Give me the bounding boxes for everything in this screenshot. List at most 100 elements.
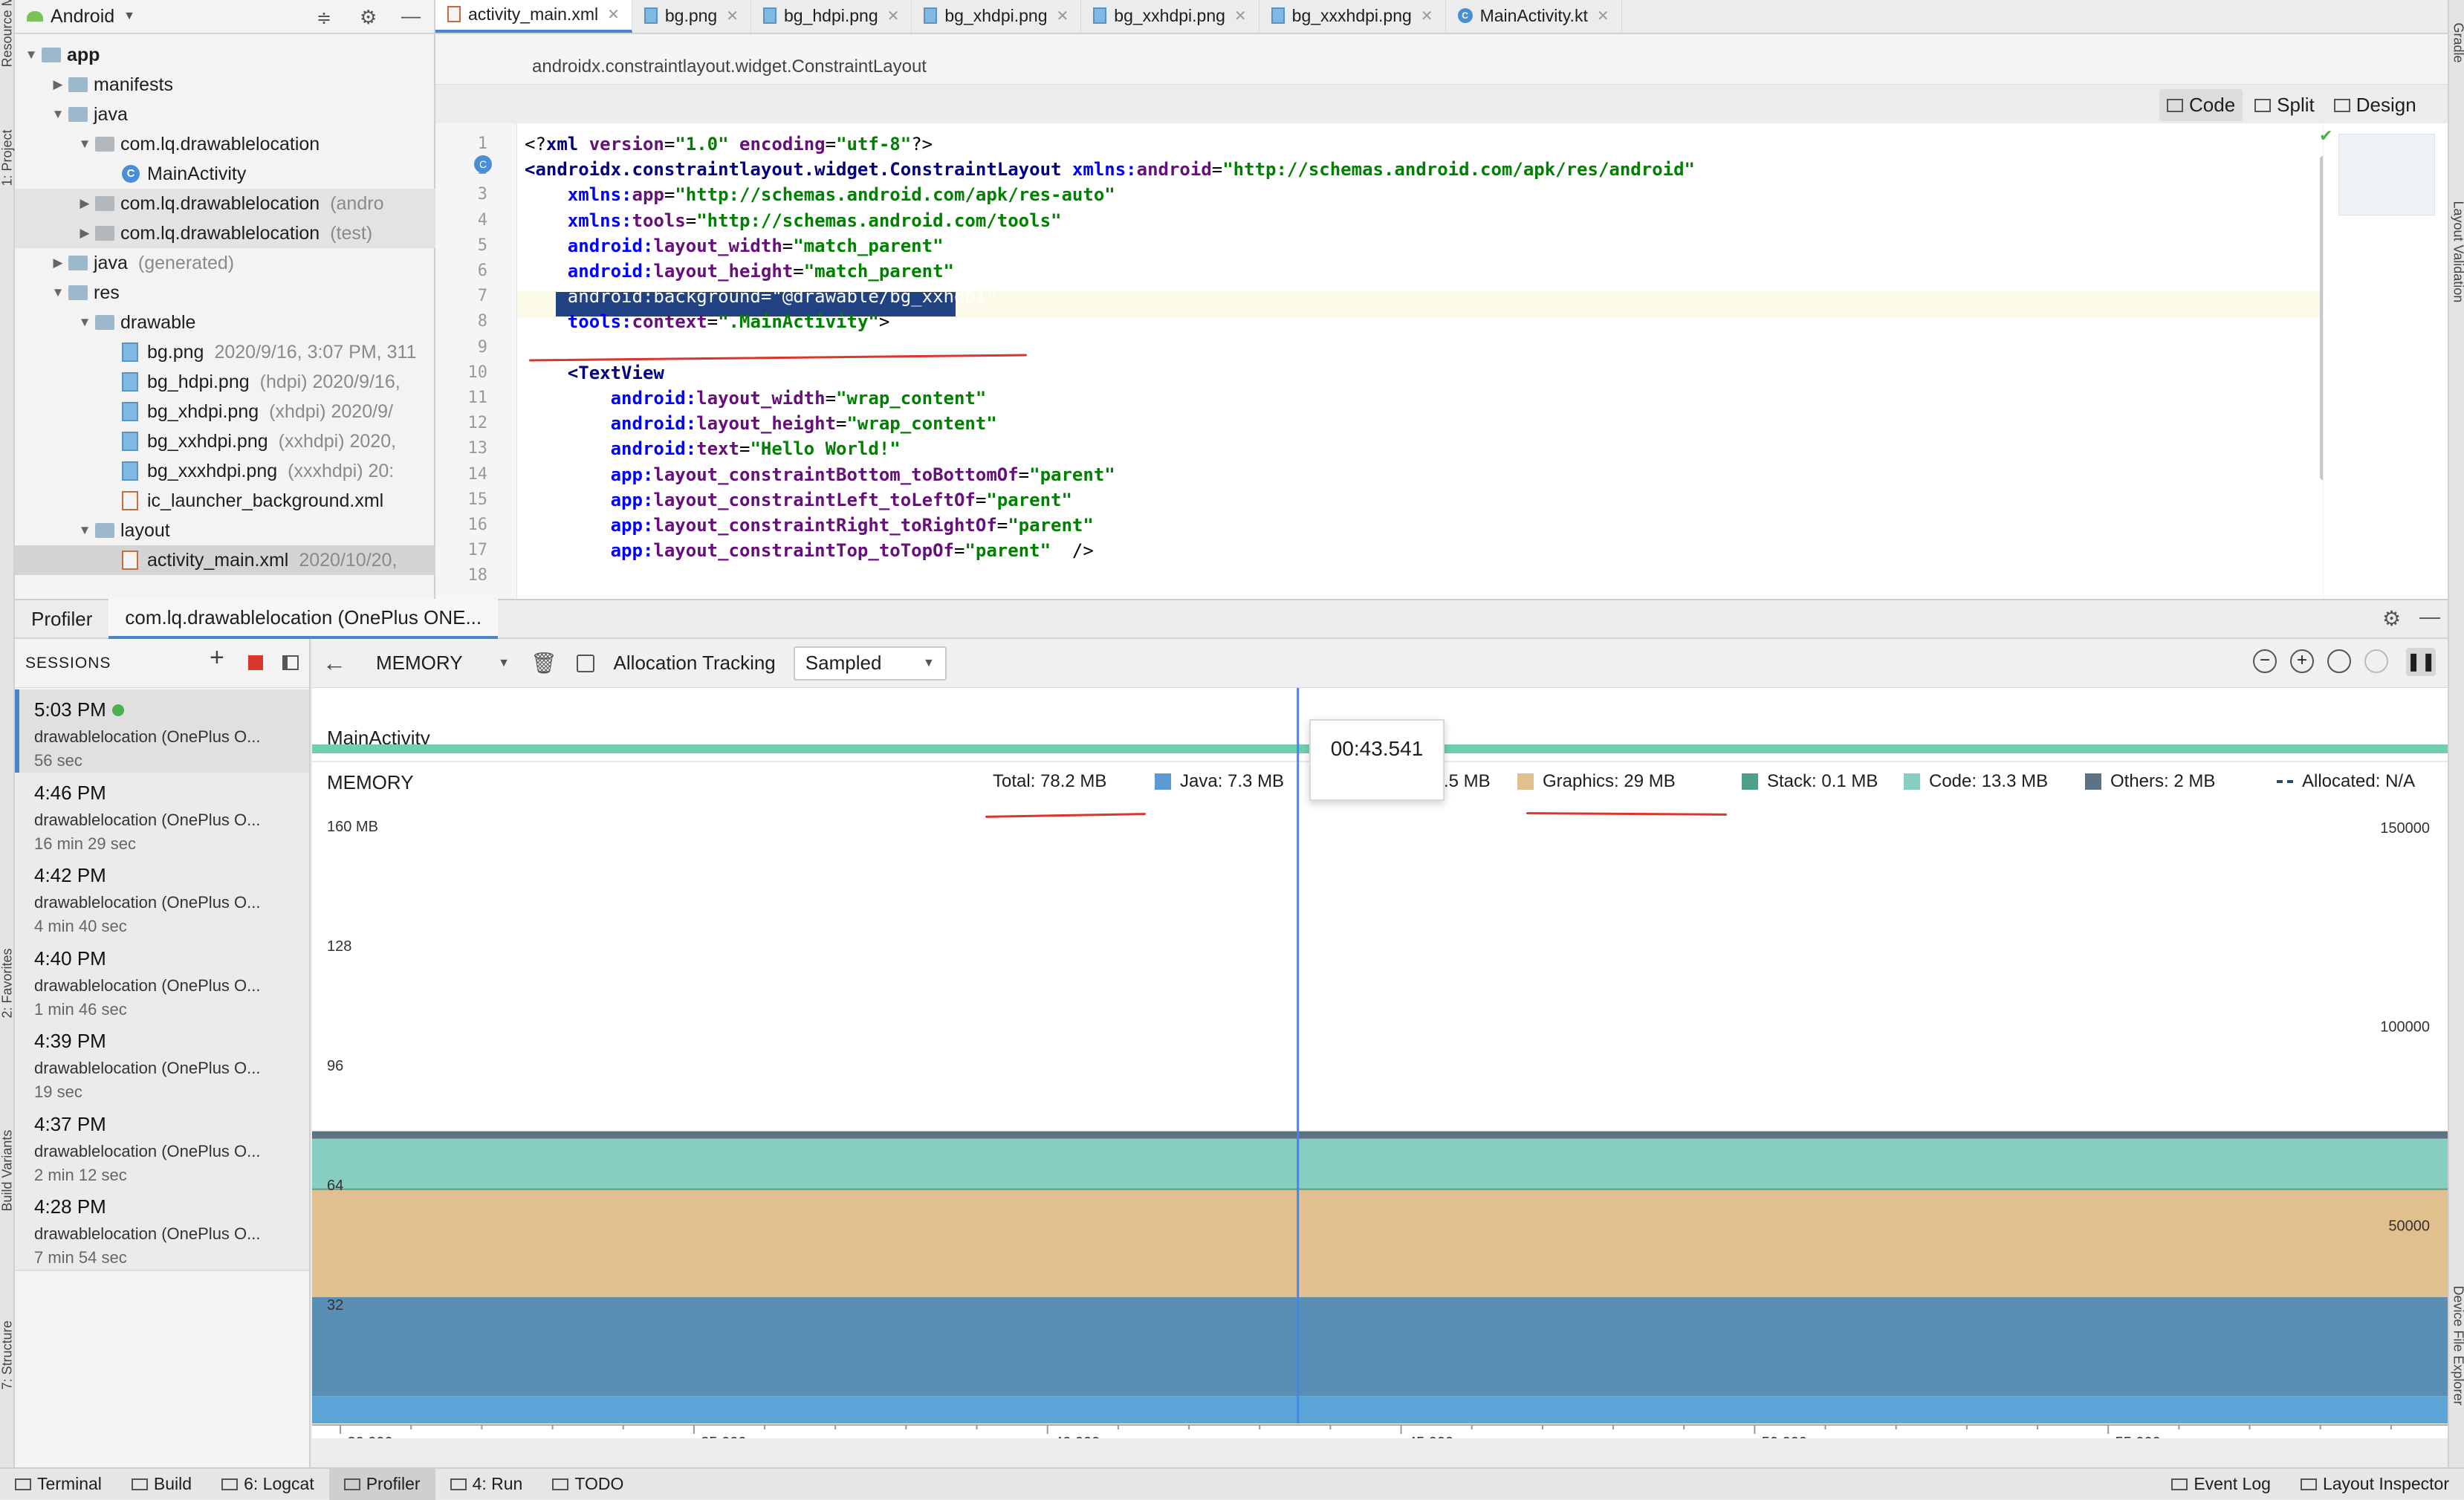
pause-icon[interactable]: ❚❚	[2406, 648, 2436, 676]
editor-tab[interactable]: bg.png✕	[632, 0, 751, 33]
tree-item[interactable]: bg_xxxhdpi.png(xxxhdpi) 20:	[15, 456, 435, 486]
expand-arrow-icon[interactable]: ▼	[74, 523, 95, 538]
tree-item[interactable]: ▶com.lq.drawablelocation(test)	[15, 218, 435, 248]
stop-session-icon[interactable]	[248, 655, 263, 670]
line-number: 7	[450, 283, 487, 310]
gear-icon[interactable]: ⚙	[360, 6, 377, 29]
status-tool-eventlog[interactable]: Event Log	[2156, 1468, 2286, 1500]
expand-arrow-icon[interactable]: ▼	[21, 48, 42, 62]
tree-item[interactable]: ▼drawable	[15, 308, 435, 337]
tree-item[interactable]: CMainActivity	[15, 159, 435, 189]
chevron-down-icon[interactable]: ▼	[123, 10, 135, 23]
editor-tab[interactable]: bg_hdpi.png✕	[751, 0, 912, 33]
breadcrumb-text[interactable]: androidx.constraintlayout.widget.Constra…	[532, 56, 927, 77]
collapse-arrow-icon[interactable]: ▶	[48, 256, 68, 270]
editor-tab[interactable]: activity_main.xml✕	[435, 0, 632, 33]
expand-arrow-icon[interactable]: ▼	[74, 315, 95, 330]
session-item[interactable]: 4:37 PMdrawablelocation (OnePlus O...2 m…	[15, 1104, 309, 1189]
kotlin-class-icon: C	[122, 165, 140, 183]
collapse-sessions-icon[interactable]	[282, 655, 299, 670]
tree-item[interactable]: bg.png2020/9/16, 3:07 PM, 311	[15, 337, 435, 367]
session-item[interactable]: 5:03 PMdrawablelocation (OnePlus O...56 …	[15, 689, 309, 774]
add-session-icon[interactable]: +	[210, 643, 225, 672]
stripe-favorites[interactable]: 2: Favorites	[0, 959, 16, 1019]
session-time: 5:03 PM	[34, 698, 309, 721]
profiler-process-tab[interactable]: com.lq.drawablelocation (OnePlus ONE...	[108, 599, 498, 639]
stripe-resource-manager[interactable]: Resource Manager	[0, 8, 16, 68]
minimize-icon[interactable]: —	[2419, 605, 2440, 629]
session-item[interactable]: 4:42 PMdrawablelocation (OnePlus O...4 m…	[15, 855, 309, 940]
close-icon[interactable]: ✕	[1057, 7, 1069, 25]
close-icon[interactable]: ✕	[1234, 7, 1247, 25]
status-tool-todo[interactable]: TODO	[537, 1468, 638, 1500]
tree-item[interactable]: activity_main.xml2020/10/20,	[15, 545, 435, 575]
tool-window-icon	[552, 1478, 568, 1490]
live-icon[interactable]	[2364, 649, 2388, 673]
tree-item[interactable]: bg_hdpi.png(hdpi) 2020/9/16,	[15, 367, 435, 397]
stripe-build-variants[interactable]: Build Variants	[0, 1152, 16, 1212]
stripe-device-file-explorer[interactable]: Device File Explorer	[2451, 1286, 2464, 1345]
tree-item[interactable]: ic_launcher_background.xml	[15, 486, 435, 516]
code-token: =	[836, 413, 846, 434]
collapse-arrow-icon[interactable]: ▶	[48, 77, 68, 92]
collapse-arrow-icon[interactable]: ▶	[74, 226, 95, 241]
editor-tab[interactable]: CMainActivity.kt✕	[1446, 0, 1622, 33]
allocation-tracking-select[interactable]: Sampled ▼	[794, 646, 947, 681]
status-tool-run[interactable]: 4: Run	[435, 1468, 538, 1500]
code-view-button[interactable]: Code	[2159, 89, 2243, 121]
tree-item[interactable]: ▼com.lq.drawablelocation	[15, 129, 435, 159]
close-icon[interactable]: ✕	[887, 7, 900, 25]
tree-item-meta: (xxhdpi) 2020,	[279, 431, 396, 452]
stripe-project[interactable]: 1: Project	[0, 127, 16, 186]
split-view-button[interactable]: Split	[2247, 89, 2322, 121]
tree-item[interactable]: ▼java	[15, 100, 435, 129]
status-tool-build[interactable]: Build	[117, 1468, 207, 1500]
garbage-collect-icon[interactable]: 🗑	[531, 651, 557, 675]
design-view-button[interactable]: Design	[2327, 89, 2424, 121]
close-icon[interactable]: ✕	[726, 7, 739, 25]
zoom-in-icon[interactable]: +	[2290, 649, 2314, 673]
status-tool-terminal[interactable]: Terminal	[0, 1468, 117, 1500]
editor-tab[interactable]: bg_xhdpi.png✕	[912, 0, 1081, 33]
expand-arrow-icon[interactable]: ▼	[48, 107, 68, 122]
expand-arrow-icon[interactable]: ▼	[74, 137, 95, 152]
code-token	[525, 311, 568, 332]
session-item[interactable]: 4:40 PMdrawablelocation (OnePlus O...1 m…	[15, 938, 309, 1023]
session-item[interactable]: 4:46 PMdrawablelocation (OnePlus O...16 …	[15, 773, 309, 857]
stripe-structure[interactable]: 7: Structure	[0, 1331, 16, 1390]
reset-zoom-icon[interactable]	[2327, 649, 2351, 673]
status-tool-layoutinspector[interactable]: Layout Inspector	[2286, 1468, 2464, 1500]
close-icon[interactable]: ✕	[1597, 7, 1609, 25]
editor-tab[interactable]: bg_xxxhdpi.png✕	[1259, 0, 1446, 33]
status-tool-logcat[interactable]: 6: Logcat	[207, 1468, 329, 1500]
tree-item[interactable]: ▼layout	[15, 516, 435, 545]
stripe-layout-validation[interactable]: Layout Validation	[2451, 201, 2464, 261]
session-item[interactable]: 4:39 PMdrawablelocation (OnePlus O...19 …	[15, 1021, 309, 1105]
collapse-arrow-icon[interactable]: ▶	[74, 196, 95, 211]
close-icon[interactable]: ✕	[1421, 7, 1433, 25]
tree-item[interactable]: bg_xxhdpi.png(xxhdpi) 2020,	[15, 426, 435, 456]
tree-item[interactable]: ▶com.lq.drawablelocation(andro	[15, 189, 435, 218]
tree-item[interactable]: ▶java(generated)	[15, 248, 435, 278]
gear-icon[interactable]: ⚙	[2382, 606, 2401, 631]
collapse-all-icon[interactable]: ≑	[317, 7, 331, 29]
editor-tab[interactable]: bg_xxhdpi.png✕	[1081, 0, 1259, 33]
tree-item[interactable]: bg_xhdpi.png(xhdpi) 2020/9/	[15, 397, 435, 426]
expand-arrow-icon[interactable]: ▼	[48, 285, 68, 300]
tree-item[interactable]: ▼res	[15, 278, 435, 308]
back-arrow-icon[interactable]: ←	[322, 649, 346, 677]
tree-item[interactable]: ▶manifests	[15, 70, 435, 100]
heap-dump-icon[interactable]	[577, 655, 594, 672]
code-editor[interactable]: 123456789101112131415161718 <?xml versio…	[435, 123, 2323, 599]
minimize-icon[interactable]: —	[401, 4, 421, 27]
project-view-select[interactable]: Android	[51, 6, 114, 27]
profiler-select[interactable]: MEMORY ▼	[376, 652, 510, 675]
status-tool-profiler[interactable]: Profiler	[329, 1468, 435, 1500]
stripe-gradle[interactable]: Gradle	[2451, 23, 2464, 82]
tree-item[interactable]: ▼app	[15, 40, 435, 70]
session-item[interactable]: 4:28 PMdrawablelocation (OnePlus O...7 m…	[15, 1186, 309, 1271]
code-token: layout_height	[653, 261, 793, 282]
zoom-out-icon[interactable]: −	[2253, 649, 2277, 673]
close-icon[interactable]: ✕	[607, 5, 620, 24]
class-gutter-icon[interactable]: C	[474, 155, 492, 173]
